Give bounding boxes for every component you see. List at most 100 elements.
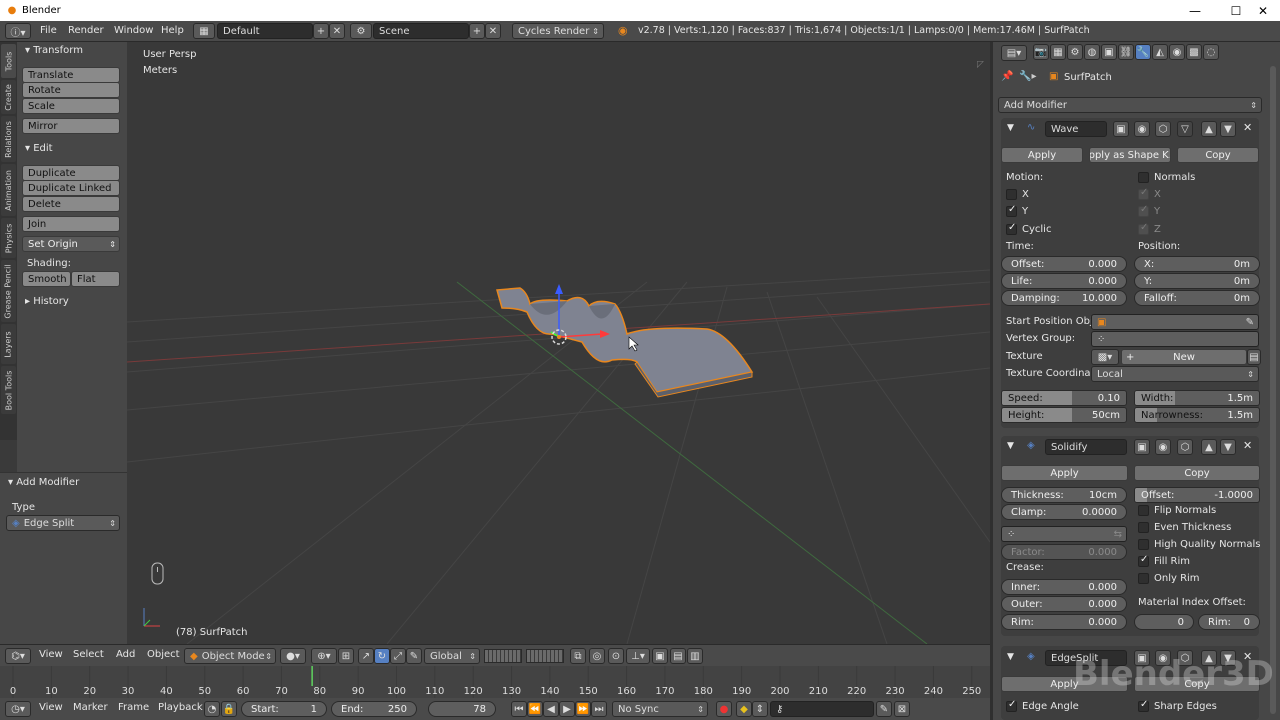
vertex-group-field[interactable]: ⁘ xyxy=(1091,331,1259,347)
render-tab-icon[interactable]: 📷 xyxy=(1033,44,1049,60)
modifiers-tab-icon[interactable]: 🔧 xyxy=(1135,44,1151,60)
next-keyframe-icon[interactable]: ⏩ xyxy=(575,701,591,717)
pen-icon[interactable]: ✎ xyxy=(406,648,422,664)
cyclic-checkbox[interactable] xyxy=(1006,222,1017,235)
flat-button[interactable]: Flat xyxy=(71,271,120,287)
menu-file[interactable]: File xyxy=(40,25,57,36)
layer-buttons-a[interactable] xyxy=(484,649,522,663)
delete-keyframe-icon[interactable]: ⊠ xyxy=(894,701,910,717)
orientation-select[interactable]: Global ⇕ xyxy=(424,648,480,664)
smooth-button[interactable]: Smooth xyxy=(22,271,71,287)
start-position-field[interactable]: ▣ ✎ xyxy=(1091,314,1259,330)
invert-icon[interactable]: ⇆ xyxy=(1114,529,1122,540)
duplicate-button[interactable]: Duplicate xyxy=(22,165,120,181)
lock-icon[interactable]: 🔒 xyxy=(221,701,237,717)
translate-button[interactable]: Translate xyxy=(22,67,120,83)
record-icon[interactable]: ● xyxy=(716,701,732,717)
edge-angle-checkbox[interactable] xyxy=(1006,699,1017,712)
editor-type-icon[interactable]: ▤▾ xyxy=(1001,45,1027,61)
clipboard-icon[interactable]: ▥ xyxy=(687,648,703,664)
end-frame-field[interactable]: End: 250 xyxy=(331,701,417,717)
render-anim-icon[interactable]: ▤ xyxy=(670,648,686,664)
snap-element-icon[interactable]: ⊥▾ xyxy=(626,648,650,664)
sync-select[interactable]: No Sync ⇕ xyxy=(612,701,708,717)
tab-relations[interactable]: Relations xyxy=(1,116,16,162)
menu-marker[interactable]: Marker xyxy=(73,702,108,713)
transform-panel-header[interactable]: ▾ Transform xyxy=(25,45,83,56)
mirror-button[interactable]: Mirror xyxy=(22,118,120,134)
inner-field[interactable]: Inner: 0.000 xyxy=(1001,579,1127,595)
wave-apply-shape-button[interactable]: Apply as Shape K... xyxy=(1089,147,1171,163)
pivot-point-icon[interactable]: ⊕▾ xyxy=(311,648,337,664)
collapse-solidify-icon[interactable]: ▼ xyxy=(1007,441,1014,451)
editor-type-icon[interactable]: ⌬▾ xyxy=(5,648,31,664)
wave-apply-button[interactable]: Apply xyxy=(1001,147,1083,163)
editor-type-icon[interactable]: ◷▾ xyxy=(5,701,31,717)
3d-viewport[interactable]: User Persp Meters (78) SurfPatch ◸ xyxy=(127,42,990,644)
solidify-offset-slider[interactable]: Offset: -1.0000 xyxy=(1134,487,1260,503)
add-layout-icon[interactable]: + xyxy=(313,23,329,39)
move-down-icon[interactable]: ▼ xyxy=(1220,439,1236,455)
tab-tools[interactable]: Tools xyxy=(1,44,16,78)
eyedropper-icon[interactable]: ✎ xyxy=(1246,317,1254,328)
region-toggle-icon[interactable]: ◸ xyxy=(977,60,984,70)
normals-checkbox[interactable] xyxy=(1138,172,1149,183)
viewport-toggle-icon[interactable]: ◉ xyxy=(1155,439,1171,455)
duplicate-linked-button[interactable]: Duplicate Linked xyxy=(22,180,120,196)
layer-buttons-b[interactable] xyxy=(526,649,564,663)
screen-layout-icon[interactable]: ▦ xyxy=(193,23,215,39)
viewport-shading-icon[interactable]: ●▾ xyxy=(280,648,306,664)
keying-set-icon[interactable]: ◆ xyxy=(736,701,752,717)
clock-icon[interactable]: ◔ xyxy=(204,701,220,717)
manipulator-toggle-icon[interactable]: ⊞ xyxy=(338,648,354,664)
operator-header[interactable]: ▾ Add Modifier xyxy=(8,477,79,488)
snap-icon[interactable]: ⊙ xyxy=(608,648,624,664)
move-up-icon[interactable]: ▲ xyxy=(1201,439,1217,455)
tab-grease-pencil[interactable]: Grease Pencil xyxy=(1,260,16,322)
solidify-copy-button[interactable]: Copy xyxy=(1134,465,1260,481)
translate-manipulator-icon[interactable]: ↗ xyxy=(358,648,374,664)
life-field[interactable]: Life: 0.000 xyxy=(1001,273,1127,289)
close-icon[interactable]: ✕ xyxy=(1246,0,1280,21)
insert-keyframe-icon[interactable]: ✎ xyxy=(876,701,892,717)
texture-coord-select[interactable]: Local ⇕ xyxy=(1091,366,1259,382)
move-up-icon[interactable]: ▲ xyxy=(1201,121,1217,137)
editmode-toggle-icon[interactable]: ⬡ xyxy=(1155,121,1171,137)
clamp-field[interactable]: Clamp: 0.0000 xyxy=(1001,504,1127,520)
menu-object[interactable]: Object xyxy=(147,649,180,660)
menu-view[interactable]: View xyxy=(39,649,63,660)
modifier-type-select[interactable]: ◈ Edge Split ⇕ xyxy=(6,515,120,531)
join-button[interactable]: Join xyxy=(22,216,120,232)
collapse-wave-icon[interactable]: ▼ xyxy=(1007,123,1014,133)
texture-new-button[interactable]: + New xyxy=(1121,349,1247,365)
factor-field[interactable]: Factor: 0.000 xyxy=(1001,544,1127,560)
wave-copy-button[interactable]: Copy xyxy=(1177,147,1259,163)
render-toggle-icon[interactable]: ▣ xyxy=(1113,121,1129,137)
motion-x-checkbox[interactable] xyxy=(1006,189,1017,200)
current-frame-field[interactable]: 78 xyxy=(428,701,496,717)
tab-layers[interactable]: Layers xyxy=(1,324,16,364)
jump-end-icon[interactable]: ⏭ xyxy=(591,701,607,717)
viewport-toggle-icon[interactable]: ◉ xyxy=(1134,121,1150,137)
normal-z-checkbox[interactable] xyxy=(1138,222,1149,235)
menu-select[interactable]: Select xyxy=(73,649,104,660)
add-modifier-select[interactable]: Add Modifier ⇕ xyxy=(998,97,1262,113)
remove-scene-icon[interactable]: ✕ xyxy=(485,23,501,39)
material-tab-icon[interactable]: ◉ xyxy=(1169,44,1185,60)
solidify-vertex-group-field[interactable]: ⁘ ⇆ xyxy=(1001,526,1127,542)
tab-animation[interactable]: Animation xyxy=(1,164,16,216)
play-icon[interactable]: ▶ xyxy=(559,701,575,717)
layout-field[interactable]: Default xyxy=(217,23,313,39)
menu-tl-view[interactable]: View xyxy=(39,702,63,713)
start-frame-field[interactable]: Start: 1 xyxy=(241,701,327,717)
offset-field[interactable]: Offset: 0.000 xyxy=(1001,256,1127,272)
pin-icon[interactable]: 📌 xyxy=(1001,71,1013,82)
add-scene-icon[interactable]: + xyxy=(469,23,485,39)
height-slider[interactable]: Height: 50cm xyxy=(1001,407,1127,423)
solidify-name-field[interactable]: Solidify xyxy=(1045,439,1127,455)
layers-tab-icon[interactable]: ▦ xyxy=(1050,44,1066,60)
texture-tab-icon[interactable]: ▩ xyxy=(1186,44,1202,60)
cage-toggle-icon[interactable]: ▽ xyxy=(1177,121,1193,137)
move-down-icon[interactable]: ▼ xyxy=(1220,121,1236,137)
object-tab-icon[interactable]: ▣ xyxy=(1101,44,1117,60)
